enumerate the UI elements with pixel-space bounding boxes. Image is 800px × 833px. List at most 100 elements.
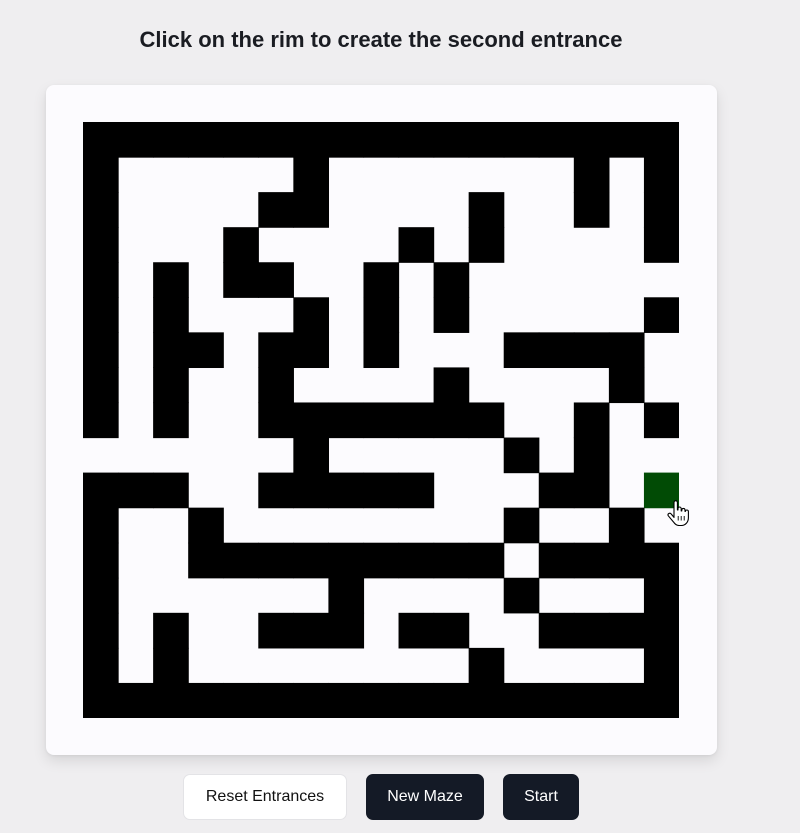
maze-wall-cell[interactable] xyxy=(573,402,610,439)
maze-wall-cell[interactable] xyxy=(293,402,330,439)
maze-wall-cell[interactable] xyxy=(188,542,224,579)
maze-wall-cell[interactable] xyxy=(503,507,540,544)
maze-wall-cell[interactable] xyxy=(258,612,294,649)
maze-wall-cell[interactable] xyxy=(258,542,294,579)
maze-wall-cell[interactable] xyxy=(573,157,610,193)
maze-wall-cell[interactable] xyxy=(293,437,330,474)
maze-wall-cell[interactable] xyxy=(573,542,610,579)
maze-wall-cell[interactable] xyxy=(433,297,470,333)
maze-wall-cell[interactable] xyxy=(258,402,294,439)
maze-wall-cell[interactable] xyxy=(223,542,259,579)
maze-wall-cell[interactable] xyxy=(538,472,575,509)
maze-wall-cell[interactable] xyxy=(83,612,119,649)
maze-wall-cell[interactable] xyxy=(153,647,189,684)
maze-wall-cell[interactable] xyxy=(363,262,400,298)
maze-wall-cell[interactable] xyxy=(643,122,679,158)
maze-wall-cell[interactable] xyxy=(83,402,119,439)
maze-wall-cell[interactable] xyxy=(153,367,189,404)
maze-wall-cell[interactable] xyxy=(503,577,540,614)
maze-wall-cell[interactable] xyxy=(118,682,154,718)
maze-wall-cell[interactable] xyxy=(293,332,330,369)
maze-wall-cell[interactable] xyxy=(223,262,259,298)
maze-wall-cell[interactable] xyxy=(293,472,330,509)
maze-wall-cell[interactable] xyxy=(643,402,679,439)
maze-wall-cell[interactable] xyxy=(643,297,679,333)
maze-wall-cell[interactable] xyxy=(83,682,119,718)
maze-wall-cell[interactable] xyxy=(258,682,294,718)
maze-wall-cell[interactable] xyxy=(293,157,330,193)
maze-wall-cell[interactable] xyxy=(153,612,189,649)
maze-wall-cell[interactable] xyxy=(643,192,679,228)
maze-wall-cell[interactable] xyxy=(328,472,365,509)
maze-wall-cell[interactable] xyxy=(573,122,610,158)
maze-wall-cell[interactable] xyxy=(83,577,119,614)
maze-wall-cell[interactable] xyxy=(573,612,610,649)
maze-board[interactable] xyxy=(83,122,679,718)
maze-wall-cell[interactable] xyxy=(643,227,679,263)
maze-wall-cell[interactable] xyxy=(223,227,259,263)
maze-wall-cell[interactable] xyxy=(608,682,645,718)
maze-wall-cell[interactable] xyxy=(153,402,189,439)
maze-wall-cell[interactable] xyxy=(83,157,119,193)
maze-wall-cell[interactable] xyxy=(433,612,470,649)
maze-wall-cell[interactable] xyxy=(83,542,119,579)
maze-wall-cell[interactable] xyxy=(83,332,119,369)
maze-wall-cell[interactable] xyxy=(188,122,224,158)
maze-wall-cell[interactable] xyxy=(433,402,470,439)
maze-wall-cell[interactable] xyxy=(608,332,645,369)
maze-wall-cell[interactable] xyxy=(433,682,470,718)
maze-wall-cell[interactable] xyxy=(398,402,435,439)
maze-wall-cell[interactable] xyxy=(643,612,679,649)
maze-wall-cell[interactable] xyxy=(398,542,435,579)
maze-wall-cell[interactable] xyxy=(258,332,294,369)
maze-wall-cell[interactable] xyxy=(538,122,575,158)
maze-wall-cell[interactable] xyxy=(83,227,119,263)
maze-wall-cell[interactable] xyxy=(643,682,679,718)
maze-wall-cell[interactable] xyxy=(83,472,119,509)
start-button[interactable]: Start xyxy=(503,774,579,820)
maze-wall-cell[interactable] xyxy=(573,682,610,718)
maze-wall-cell[interactable] xyxy=(433,122,470,158)
maze-wall-cell[interactable] xyxy=(538,612,575,649)
maze-wall-cell[interactable] xyxy=(608,367,645,404)
maze-wall-cell[interactable] xyxy=(293,122,330,158)
maze-wall-cell[interactable] xyxy=(573,332,610,369)
maze-wall-cell[interactable] xyxy=(363,332,400,369)
maze-wall-cell[interactable] xyxy=(328,122,365,158)
maze-wall-cell[interactable] xyxy=(328,402,365,439)
maze-wall-cell[interactable] xyxy=(258,262,294,298)
maze-wall-cell[interactable] xyxy=(293,297,330,333)
maze-wall-cell[interactable] xyxy=(643,157,679,193)
maze-wall-cell[interactable] xyxy=(643,542,679,579)
maze-wall-cell[interactable] xyxy=(573,192,610,228)
maze-wall-cell[interactable] xyxy=(468,192,505,228)
maze-wall-cell[interactable] xyxy=(83,367,119,404)
maze-wall-cell[interactable] xyxy=(608,542,645,579)
maze-wall-cell[interactable] xyxy=(83,122,119,158)
maze-wall-cell[interactable] xyxy=(643,577,679,614)
maze-wall-cell[interactable] xyxy=(328,682,365,718)
maze-wall-cell[interactable] xyxy=(153,332,189,369)
maze-wall-cell[interactable] xyxy=(398,612,435,649)
maze-wall-cell[interactable] xyxy=(433,262,470,298)
maze-wall-cell[interactable] xyxy=(363,402,400,439)
maze-wall-cell[interactable] xyxy=(468,647,505,684)
maze-wall-cell[interactable] xyxy=(608,507,645,544)
maze-wall-cell[interactable] xyxy=(363,472,400,509)
maze-wall-cell[interactable] xyxy=(118,122,154,158)
maze-wall-cell[interactable] xyxy=(363,122,400,158)
new-maze-button[interactable]: New Maze xyxy=(366,774,484,820)
maze-wall-cell[interactable] xyxy=(258,472,294,509)
maze-wall-cell[interactable] xyxy=(188,332,224,369)
maze-wall-cell[interactable] xyxy=(608,612,645,649)
maze-wall-cell[interactable] xyxy=(398,682,435,718)
maze-wall-cell[interactable] xyxy=(503,122,540,158)
maze-wall-cell[interactable] xyxy=(468,402,505,439)
maze-wall-cell[interactable] xyxy=(83,647,119,684)
maze-wall-cell[interactable] xyxy=(293,542,330,579)
maze-wall-cell[interactable] xyxy=(468,227,505,263)
maze-wall-cell[interactable] xyxy=(468,682,505,718)
maze-wall-cell[interactable] xyxy=(503,682,540,718)
maze-wall-cell[interactable] xyxy=(223,682,259,718)
maze-wall-cell[interactable] xyxy=(258,122,294,158)
